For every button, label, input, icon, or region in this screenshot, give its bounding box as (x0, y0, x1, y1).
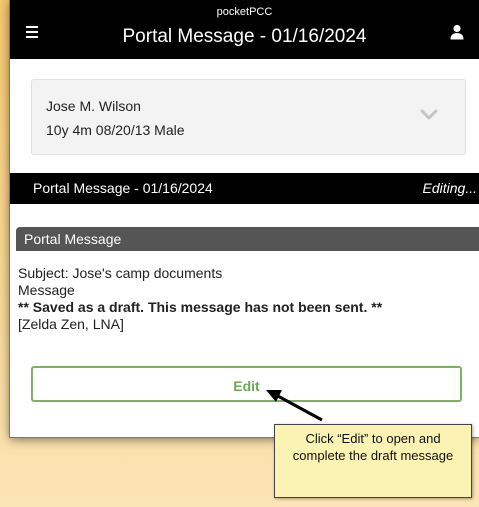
top-app-bar: pocketPCC Portal Message - 01/16/2024 (10, 0, 479, 59)
section-title: Portal Message - 01/16/2024 (33, 180, 213, 196)
edit-button[interactable]: Edit (31, 366, 462, 402)
message-subject: Subject: Jose's camp documents (18, 265, 223, 281)
panel-header-label: Portal Message (24, 231, 122, 247)
chevron-down-icon[interactable] (420, 108, 438, 122)
patient-name: Jose M. Wilson (46, 98, 141, 114)
message-author: [Zelda Zen, LNA] (18, 316, 124, 332)
patient-card[interactable]: Jose M. Wilson 10y 4m 08/20/13 Male (31, 79, 466, 155)
patient-details: 10y 4m 08/20/13 Male (46, 122, 185, 138)
app-name: pocketPCC (216, 6, 273, 18)
instruction-callout: Click “Edit” to open and complete the dr… (274, 424, 472, 498)
message-label: Message (18, 282, 75, 298)
section-header: Portal Message - 01/16/2024 Editing... (10, 173, 479, 204)
page-title: Portal Message - 01/16/2024 (122, 26, 367, 47)
app-screen: pocketPCC Portal Message - 01/16/2024 Jo… (10, 0, 479, 437)
portal-message-panel-header: Portal Message (16, 227, 479, 251)
user-icon[interactable] (450, 24, 464, 40)
editing-status: Editing... (422, 180, 477, 196)
draft-notice: ** Saved as a draft. This message has no… (18, 299, 383, 315)
